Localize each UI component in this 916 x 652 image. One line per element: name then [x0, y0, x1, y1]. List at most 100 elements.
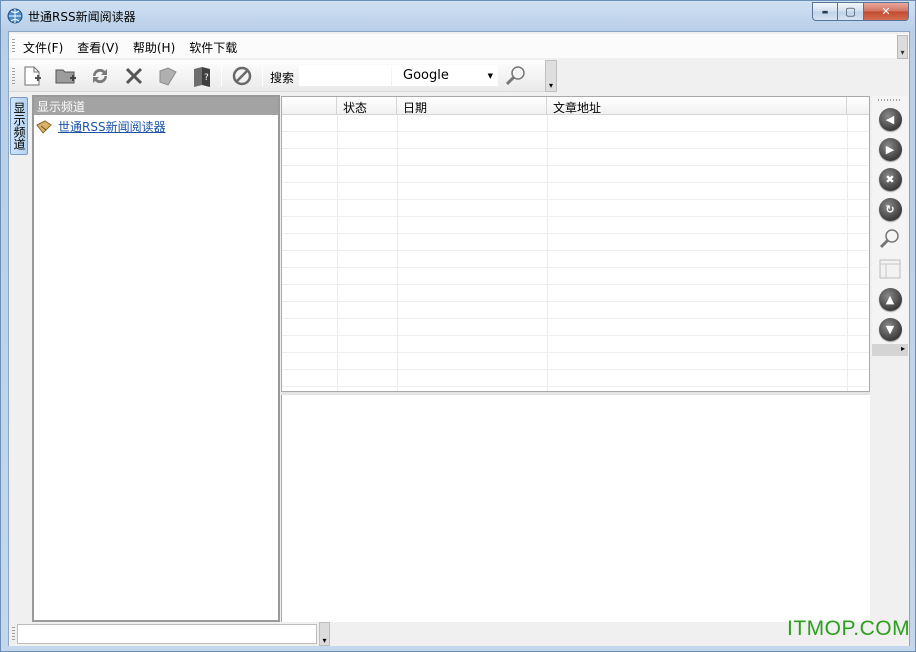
stop-button[interactable]	[229, 64, 255, 88]
app-globe-icon	[7, 8, 23, 24]
menu-file[interactable]: 文件(F)	[21, 38, 69, 58]
article-list: 状态 日期 文章地址	[281, 96, 870, 392]
article-preview[interactable]	[281, 395, 870, 623]
table-row[interactable]	[282, 132, 869, 149]
forward-icon: ▶	[878, 137, 902, 161]
client-area: 文件(F) 查看(V) 帮助(H) 软件下载 ▾ ? 搜索 Google ▼ ▾…	[8, 31, 910, 646]
toolbar-overflow-chevron[interactable]: ▾	[545, 60, 557, 92]
delete-icon	[125, 67, 143, 85]
down-icon: ▼	[878, 317, 902, 341]
table-row[interactable]	[282, 251, 869, 268]
status-field[interactable]	[17, 624, 317, 644]
search-button[interactable]	[503, 64, 529, 88]
menu-overflow-chevron[interactable]: ▾	[897, 35, 908, 59]
column-header-date[interactable]: 日期	[397, 97, 547, 115]
table-row[interactable]	[282, 319, 869, 336]
table-row[interactable]	[282, 200, 869, 217]
channel-link[interactable]: 世通RSS新闻阅读器	[58, 118, 166, 135]
table-row[interactable]	[282, 234, 869, 251]
status-grip[interactable]	[12, 627, 15, 641]
column-header-url[interactable]: 文章地址	[547, 97, 847, 115]
window-controls: ▬ ▢ ✕	[812, 2, 909, 21]
table-row[interactable]	[282, 183, 869, 200]
mark-read-button[interactable]	[155, 64, 181, 88]
layout-icon	[879, 259, 901, 279]
help-book-button[interactable]: ?	[189, 64, 215, 88]
menu-grip[interactable]	[12, 39, 15, 53]
svg-text:?: ?	[204, 73, 209, 83]
layout-button[interactable]	[877, 256, 903, 282]
chevron-down-icon: ▼	[487, 72, 493, 80]
table-row[interactable]	[282, 115, 869, 132]
scroll-up-button[interactable]: ▲	[877, 286, 903, 312]
zoom-icon	[879, 229, 899, 249]
open-folder-icon	[55, 69, 76, 84]
minimize-button[interactable]: ▬	[812, 2, 838, 21]
table-row[interactable]	[282, 285, 869, 302]
nav-toolbar: ◀ ▶ ✖ ↻ ▲ ▼ ▸	[872, 96, 908, 356]
main-toolbar: ? 搜索 Google ▼ ▾	[9, 60, 557, 92]
stop-icon	[232, 66, 252, 86]
open-folder-button[interactable]	[53, 64, 79, 88]
table-row[interactable]	[282, 149, 869, 166]
book-help-icon: ?	[194, 67, 210, 87]
reload-button[interactable]: ↻	[877, 196, 903, 222]
nav-overflow-chevron[interactable]: ▸	[872, 344, 908, 356]
window-title: 世通RSS新闻阅读器	[28, 10, 136, 24]
search-input[interactable]	[299, 65, 391, 86]
back-icon: ◀	[878, 107, 902, 131]
toolbar-separator	[221, 66, 222, 86]
minimize-icon: ▬	[821, 7, 829, 16]
grid-line	[337, 115, 338, 391]
list-header: 状态 日期 文章地址	[282, 97, 869, 115]
toolbar-grip[interactable]	[12, 68, 15, 84]
menu-view[interactable]: 查看(V)	[75, 38, 125, 58]
grid-line	[547, 115, 548, 391]
side-tab-channels[interactable]: 显示频道	[10, 97, 28, 155]
title-bar[interactable]: 世通RSS新闻阅读器 ▬ ▢ ✕	[1, 1, 915, 31]
reload-icon: ↻	[878, 197, 902, 221]
table-row[interactable]	[282, 302, 869, 319]
table-row[interactable]	[282, 166, 869, 183]
grid-line	[397, 115, 398, 391]
forward-button[interactable]: ▶	[877, 136, 903, 162]
zoom-button[interactable]	[877, 226, 903, 252]
nav-toolbar-grip[interactable]	[878, 99, 902, 101]
search-engine-value: Google	[403, 68, 449, 83]
maximize-icon: ▢	[845, 5, 856, 18]
magnifier-icon	[505, 66, 525, 86]
channel-item[interactable]: 世通RSS新闻阅读器	[36, 118, 166, 135]
table-row[interactable]	[282, 336, 869, 353]
nav-stop-button[interactable]: ✖	[877, 166, 903, 192]
rss-folder-icon	[36, 119, 52, 134]
close-button[interactable]: ✕	[864, 2, 909, 21]
refresh-icon	[92, 68, 108, 84]
table-row[interactable]	[282, 268, 869, 285]
column-header-status[interactable]: 状态	[337, 97, 397, 115]
maximize-button[interactable]: ▢	[838, 2, 864, 21]
app-window: 世通RSS新闻阅读器 ▬ ▢ ✕ 文件(F) 查看(V) 帮助(H) 软件下载 …	[0, 0, 916, 652]
table-row[interactable]	[282, 217, 869, 234]
grid-line	[847, 115, 848, 391]
menu-help[interactable]: 帮助(H)	[131, 38, 181, 58]
refresh-button[interactable]	[87, 64, 113, 88]
search-label: 搜索	[270, 71, 295, 85]
stop-icon: ✖	[878, 167, 902, 191]
table-row[interactable]	[282, 353, 869, 370]
column-header-icon[interactable]	[282, 97, 337, 115]
menu-download[interactable]: 软件下载	[187, 38, 243, 58]
scroll-down-button[interactable]: ▼	[877, 316, 903, 342]
new-feed-button[interactable]	[19, 64, 45, 88]
toolbar-separator	[262, 66, 263, 86]
table-row[interactable]	[282, 370, 869, 387]
delete-button[interactable]	[121, 64, 147, 88]
close-icon: ✕	[881, 5, 891, 18]
channel-panel: 显示频道 世通RSS新闻阅读器	[32, 95, 280, 622]
back-button[interactable]: ◀	[877, 106, 903, 132]
watermark-text: ITMOP.COM	[787, 617, 911, 640]
search-engine-select[interactable]: Google ▼	[392, 65, 498, 86]
status-overflow-chevron[interactable]: ▾	[319, 622, 330, 646]
menu-bar: 文件(F) 查看(V) 帮助(H) 软件下载 ▾	[9, 34, 909, 59]
cards-icon	[159, 67, 177, 86]
status-bar: ▾	[9, 622, 909, 646]
